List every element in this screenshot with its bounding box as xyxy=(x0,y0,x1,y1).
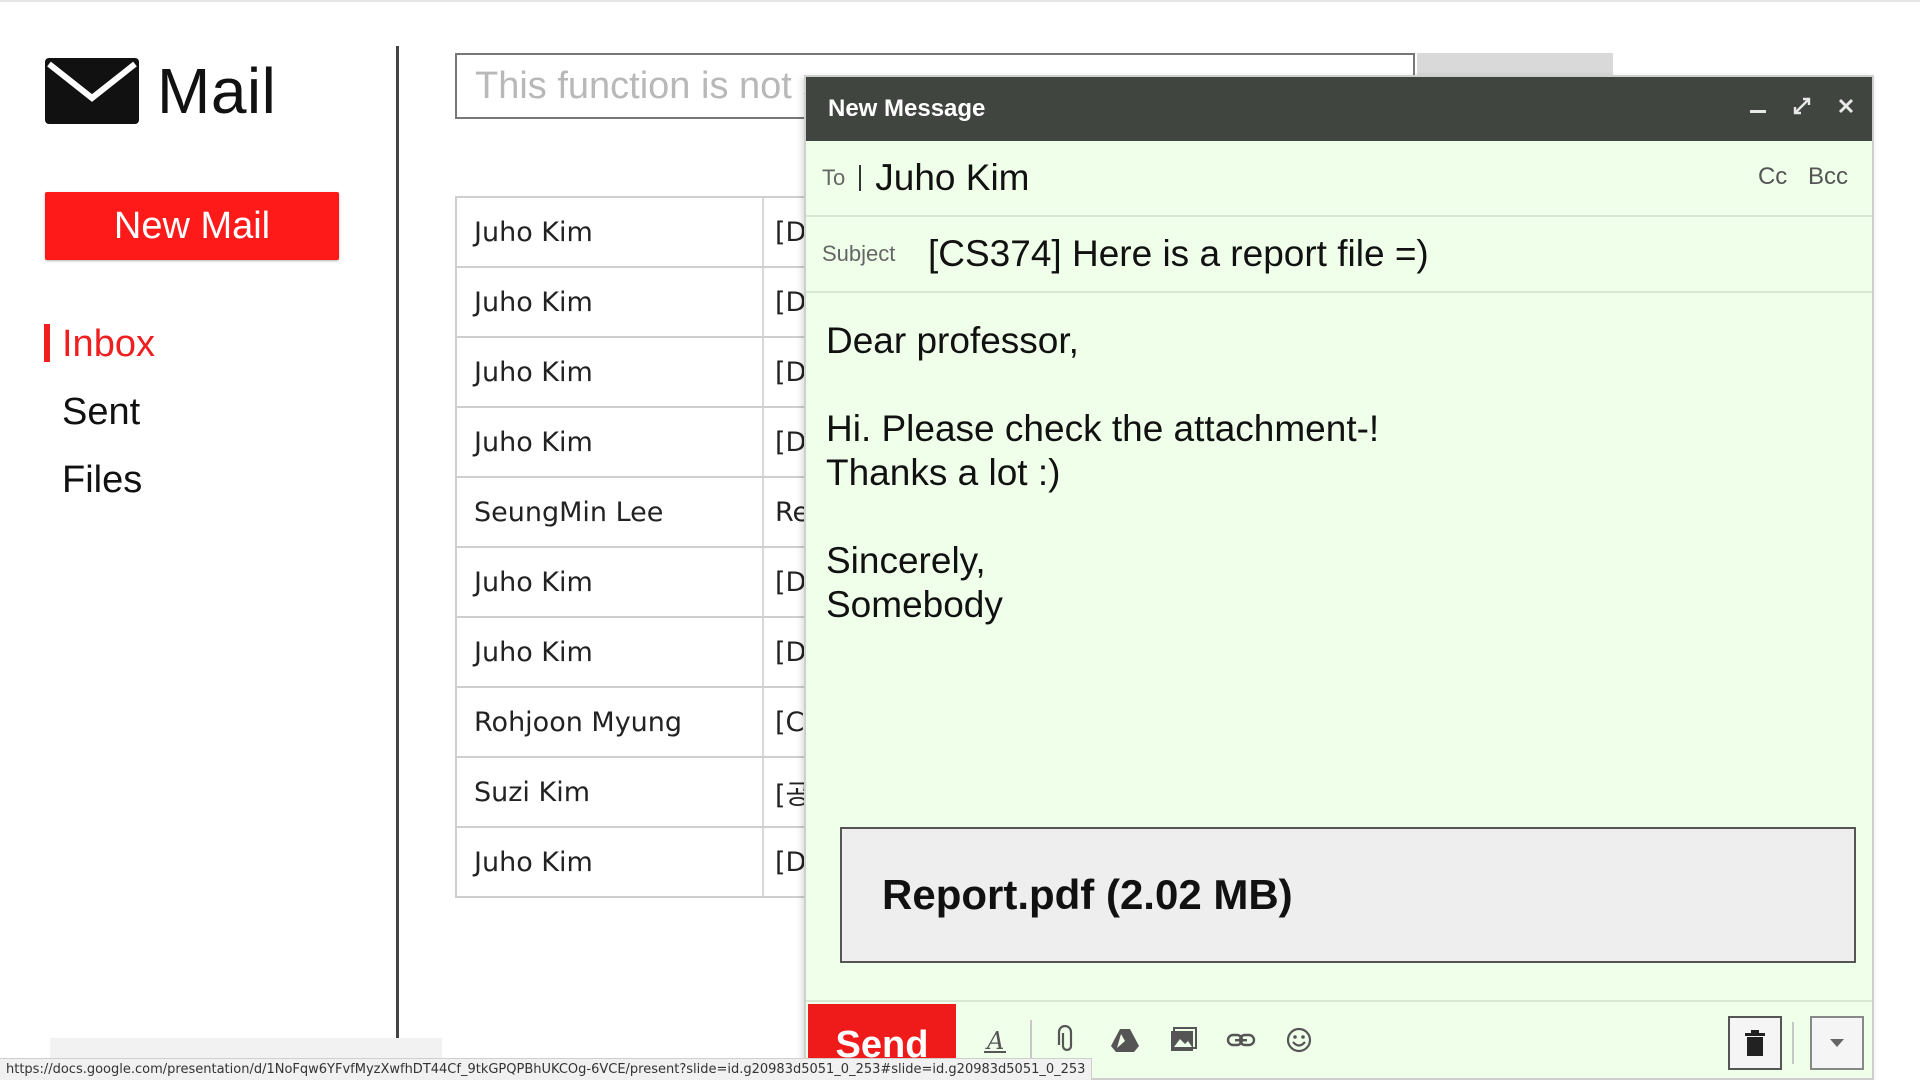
link-icon[interactable] xyxy=(1212,1020,1270,1060)
list-item[interactable]: Juho Kim [D xyxy=(457,268,813,338)
message-body[interactable]: Dear professor, Hi. Please check the att… xyxy=(806,293,1872,627)
body-line: Thanks a lot :) xyxy=(826,452,1061,493)
list-item[interactable]: Juho Kim [D xyxy=(457,618,813,688)
subject-label: Subject xyxy=(822,241,896,266)
expand-icon[interactable] xyxy=(1790,95,1814,123)
mail-sender: Rohjoon Myung xyxy=(474,706,683,738)
list-item[interactable]: Suzi Kim [공 xyxy=(457,758,813,828)
mail-subject: [D xyxy=(775,356,807,388)
svg-text:A: A xyxy=(985,1027,1004,1055)
list-item[interactable]: Juho Kim [D xyxy=(457,828,813,898)
more-options-icon[interactable] xyxy=(1810,1016,1864,1070)
compose-header: New Message xyxy=(806,77,1872,141)
app-logo: Mail xyxy=(45,58,276,124)
mail-sender: SeungMin Lee xyxy=(474,496,664,528)
mail-subject: [D xyxy=(775,566,807,598)
photo-icon[interactable] xyxy=(1154,1020,1212,1060)
mail-subject: Re xyxy=(775,496,810,528)
subject-field[interactable]: Subject [CS374] Here is a report file =) xyxy=(806,217,1872,293)
mail-subject: [D xyxy=(775,636,807,668)
subject-value[interactable]: [CS374] Here is a report file =) xyxy=(928,233,1429,275)
list-item[interactable]: Rohjoon Myung [C xyxy=(457,688,813,758)
cc-link[interactable]: Cc xyxy=(1758,163,1787,190)
new-mail-button[interactable]: New Mail xyxy=(45,192,339,260)
bcc-link[interactable]: Bcc xyxy=(1808,163,1848,190)
top-rule xyxy=(0,0,1920,2)
attach-icon[interactable] xyxy=(1038,1020,1096,1060)
mail-list: Juho Kim [D Juho Kim [D Juho Kim [D Juho Ki… xyxy=(455,196,815,898)
list-item[interactable]: Juho Kim [D xyxy=(457,408,813,478)
mail-subject: [C xyxy=(775,706,805,738)
list-item[interactable]: SeungMin Lee Re xyxy=(457,478,813,548)
compose-title: New Message xyxy=(828,95,986,122)
to-label: To xyxy=(822,165,846,190)
mail-sender: Juho Kim xyxy=(474,356,593,388)
to-value[interactable]: Juho Kim xyxy=(875,157,1029,199)
attachment-chip[interactable]: Report.pdf (2.02 MB) xyxy=(840,827,1856,963)
mail-envelope-icon xyxy=(45,58,139,124)
mail-sender: Juho Kim xyxy=(474,846,593,878)
to-field[interactable]: To Juho Kim Cc Bcc xyxy=(806,141,1872,217)
emoji-icon[interactable] xyxy=(1270,1020,1328,1060)
minimize-icon[interactable] xyxy=(1746,95,1770,123)
app-title: Mail xyxy=(157,55,277,127)
status-ghost xyxy=(50,1038,442,1058)
mail-sender: Juho Kim xyxy=(474,216,593,248)
body-greeting: Dear professor, xyxy=(826,320,1079,361)
drive-icon[interactable] xyxy=(1096,1020,1154,1060)
mail-sender: Juho Kim xyxy=(474,426,593,458)
body-closing: Sincerely, xyxy=(826,540,986,581)
mail-sender: Juho Kim xyxy=(474,636,593,668)
mail-sender: Juho Kim xyxy=(474,286,593,318)
trash-icon[interactable] xyxy=(1728,1016,1782,1070)
mail-app: Mail New Mail Inbox Sent Files This func… xyxy=(0,0,1920,1080)
mail-sender: Juho Kim xyxy=(474,566,593,598)
sidebar-item-inbox[interactable]: Inbox xyxy=(44,310,155,378)
text-caret xyxy=(859,165,862,191)
attachment-name: Report.pdf (2.02 MB) xyxy=(882,871,1293,918)
body-line: Hi. Please check the attachment-! xyxy=(826,408,1380,449)
compose-window: New Message To Juho Kim Cc Bcc Subject [… xyxy=(804,75,1874,1080)
list-item[interactable]: Juho Kim [D xyxy=(457,198,813,268)
mail-subject: [D xyxy=(775,286,807,318)
mail-subject: [D xyxy=(775,846,807,878)
search-button[interactable] xyxy=(1417,53,1613,75)
list-item[interactable]: Juho Kim [D xyxy=(457,548,813,618)
mail-sender: Suzi Kim xyxy=(474,776,591,808)
format-text-icon[interactable]: A xyxy=(966,1020,1024,1060)
mail-subject: [D xyxy=(775,426,807,458)
body-signature: Somebody xyxy=(826,584,1003,625)
list-item[interactable]: Juho Kim [D xyxy=(457,338,813,408)
sidebar-item-sent[interactable]: Sent xyxy=(44,378,155,446)
status-bar-url: https://docs.google.com/presentation/d/1… xyxy=(0,1058,1093,1080)
sidebar-divider xyxy=(396,46,399,1046)
sidebar-nav: Inbox Sent Files xyxy=(44,310,155,514)
sidebar-item-files[interactable]: Files xyxy=(44,446,155,514)
close-icon[interactable] xyxy=(1834,95,1858,123)
mail-subject: [D xyxy=(775,216,807,248)
